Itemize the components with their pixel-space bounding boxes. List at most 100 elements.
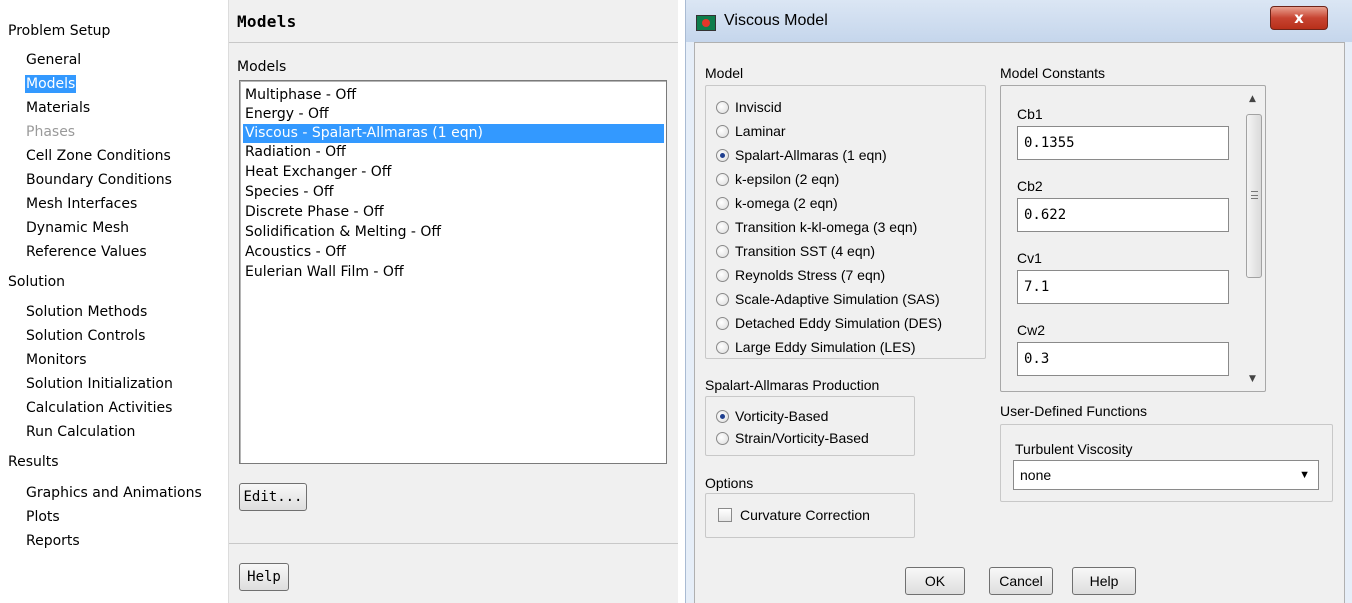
radio-k-epsilon[interactable]: k-epsilon (2 eqn) [716, 168, 839, 190]
options-group-label: Options [705, 475, 754, 491]
close-icon[interactable]: x [1270, 6, 1328, 30]
scrollbar-thumb[interactable] [1246, 114, 1262, 278]
radio-icon [716, 221, 729, 234]
model-constants-panel: Cb1 0.1355 Cb2 0.622 Cv1 7.1 Cw2 0.3 [1000, 85, 1266, 392]
tree-item-materials[interactable]: Materials [25, 99, 91, 117]
tree-item-plots[interactable]: Plots [25, 508, 61, 526]
tree-section-solution[interactable]: Solution [8, 274, 65, 290]
constant-input-cb2[interactable]: 0.622 [1017, 198, 1229, 232]
constant-input-cw2[interactable]: 0.3 [1017, 342, 1229, 376]
constant-label-cb1: Cb1 [1017, 106, 1043, 122]
checkbox-icon [718, 508, 732, 522]
turbulent-viscosity-select[interactable]: none ▼ [1013, 460, 1319, 490]
udf-group-label: User-Defined Functions [1000, 403, 1148, 419]
ok-button[interactable]: OK [905, 567, 965, 595]
tree-item-general[interactable]: General [25, 51, 82, 69]
tree-item-solution-initialization[interactable]: Solution Initialization [25, 375, 174, 393]
radio-label: Large Eddy Simulation (LES) [735, 339, 916, 355]
radio-icon [716, 293, 729, 306]
radio-des[interactable]: Detached Eddy Simulation (DES) [716, 312, 942, 334]
radio-les[interactable]: Large Eddy Simulation (LES) [716, 336, 916, 358]
list-item[interactable]: Radiation - Off [243, 143, 664, 162]
radio-label: Strain/Vorticity-Based [735, 430, 869, 446]
radio-reynolds-stress[interactable]: Reynolds Stress (7 eqn) [716, 264, 885, 286]
model-constants-label: Model Constants [1000, 65, 1106, 81]
list-item[interactable]: Heat Exchanger - Off [243, 163, 664, 182]
list-item[interactable]: Eulerian Wall Film - Off [243, 263, 664, 282]
radio-vorticity-based[interactable]: Vorticity-Based [716, 405, 828, 427]
tree-item-reference-values[interactable]: Reference Values [25, 243, 148, 261]
radio-label: Laminar [735, 123, 786, 139]
tree-item-solution-controls[interactable]: Solution Controls [25, 327, 146, 345]
production-group: Vorticity-Based Strain/Vorticity-Based [705, 396, 915, 456]
dropdown-arrow-icon: ▼ [1299, 469, 1310, 481]
models-panel: Models Models Multiphase - Off Energy - … [228, 0, 678, 603]
radio-selected-icon [716, 410, 729, 423]
radio-spalart-allmaras[interactable]: Spalart-Allmaras (1 eqn) [716, 144, 887, 166]
radio-sas[interactable]: Scale-Adaptive Simulation (SAS) [716, 288, 940, 310]
constant-input-cb1[interactable]: 0.1355 [1017, 126, 1229, 160]
select-value: none [1020, 467, 1052, 483]
models-list[interactable]: Multiphase - Off Energy - Off Viscous - … [239, 80, 667, 464]
cancel-button[interactable]: Cancel [989, 567, 1053, 595]
tree-item-run-calculation[interactable]: Run Calculation [25, 423, 136, 441]
radio-icon [716, 317, 729, 330]
radio-icon [716, 341, 729, 354]
models-list-label: Models [237, 59, 287, 75]
turbulent-viscosity-label: Turbulent Viscosity [1015, 441, 1133, 457]
radio-icon [716, 269, 729, 282]
list-item[interactable]: Solidification & Melting - Off [243, 223, 664, 242]
tree-item-calculation-activities[interactable]: Calculation Activities [25, 399, 173, 417]
list-item[interactable]: Acoustics - Off [243, 243, 664, 262]
tree-item-graphics-and-animations[interactable]: Graphics and Animations [25, 484, 203, 502]
scroll-up-arrow-icon[interactable]: ▲ [1249, 94, 1256, 104]
radio-transition-k-kl-omega[interactable]: Transition k-kl-omega (3 eqn) [716, 216, 917, 238]
viscous-model-dialog: Viscous Model x Model Inviscid Laminar S… [685, 0, 1352, 603]
radio-k-omega[interactable]: k-omega (2 eqn) [716, 192, 838, 214]
help-button[interactable]: Help [1072, 567, 1136, 595]
curvature-correction-checkbox[interactable]: Curvature Correction [718, 504, 870, 526]
constants-scrollbar[interactable]: ▲ ▼ [1244, 88, 1264, 390]
list-item[interactable]: Energy - Off [243, 105, 664, 124]
checkbox-label: Curvature Correction [740, 507, 870, 523]
tree-section-problem-setup[interactable]: Problem Setup [8, 23, 110, 39]
radio-label: Transition SST (4 eqn) [735, 243, 876, 259]
constant-input-cv1[interactable]: 7.1 [1017, 270, 1229, 304]
constant-label-cb2: Cb2 [1017, 178, 1043, 194]
edit-button[interactable]: Edit... [239, 483, 307, 511]
radio-icon [716, 245, 729, 258]
constant-label-cv1: Cv1 [1017, 250, 1042, 266]
list-item[interactable]: Species - Off [243, 183, 664, 202]
tree-item-boundary-conditions[interactable]: Boundary Conditions [25, 171, 173, 189]
radio-strain-vorticity-based[interactable]: Strain/Vorticity-Based [716, 427, 869, 449]
radio-icon [716, 432, 729, 445]
tree-item-models[interactable]: Models [25, 75, 77, 93]
radio-label: k-omega (2 eqn) [735, 195, 838, 211]
help-button[interactable]: Help [239, 563, 289, 591]
list-item-selected[interactable]: Viscous - Spalart-Allmaras (1 eqn) [243, 124, 664, 143]
radio-label: Reynolds Stress (7 eqn) [735, 267, 886, 283]
tree-item-dynamic-mesh[interactable]: Dynamic Mesh [25, 219, 130, 237]
list-item[interactable]: Multiphase - Off [243, 86, 664, 105]
radio-transition-sst[interactable]: Transition SST (4 eqn) [716, 240, 875, 262]
radio-laminar[interactable]: Laminar [716, 120, 786, 142]
tree-item-mesh-interfaces[interactable]: Mesh Interfaces [25, 195, 138, 213]
tree-item-phases: Phases [26, 124, 76, 140]
list-item[interactable]: Discrete Phase - Off [243, 203, 664, 222]
scroll-down-arrow-icon[interactable]: ▼ [1249, 374, 1256, 384]
radio-inviscid[interactable]: Inviscid [716, 96, 782, 118]
radio-icon [716, 173, 729, 186]
radio-icon [716, 125, 729, 138]
tree-item-solution-methods[interactable]: Solution Methods [25, 303, 148, 321]
scroll-grip-icon [1251, 191, 1258, 199]
constant-label-cw2: Cw2 [1017, 322, 1046, 338]
tree-item-monitors[interactable]: Monitors [25, 351, 88, 369]
tree-item-cell-zone-conditions[interactable]: Cell Zone Conditions [25, 147, 172, 165]
tree-section-results[interactable]: Results [8, 454, 59, 470]
dialog-titlebar[interactable]: Viscous Model x [686, 0, 1352, 42]
radio-selected-icon [716, 149, 729, 162]
radio-label: Inviscid [735, 99, 782, 115]
tree-item-reports[interactable]: Reports [25, 532, 81, 550]
panel-title: Models [237, 12, 297, 31]
radio-label: Scale-Adaptive Simulation (SAS) [735, 291, 940, 307]
